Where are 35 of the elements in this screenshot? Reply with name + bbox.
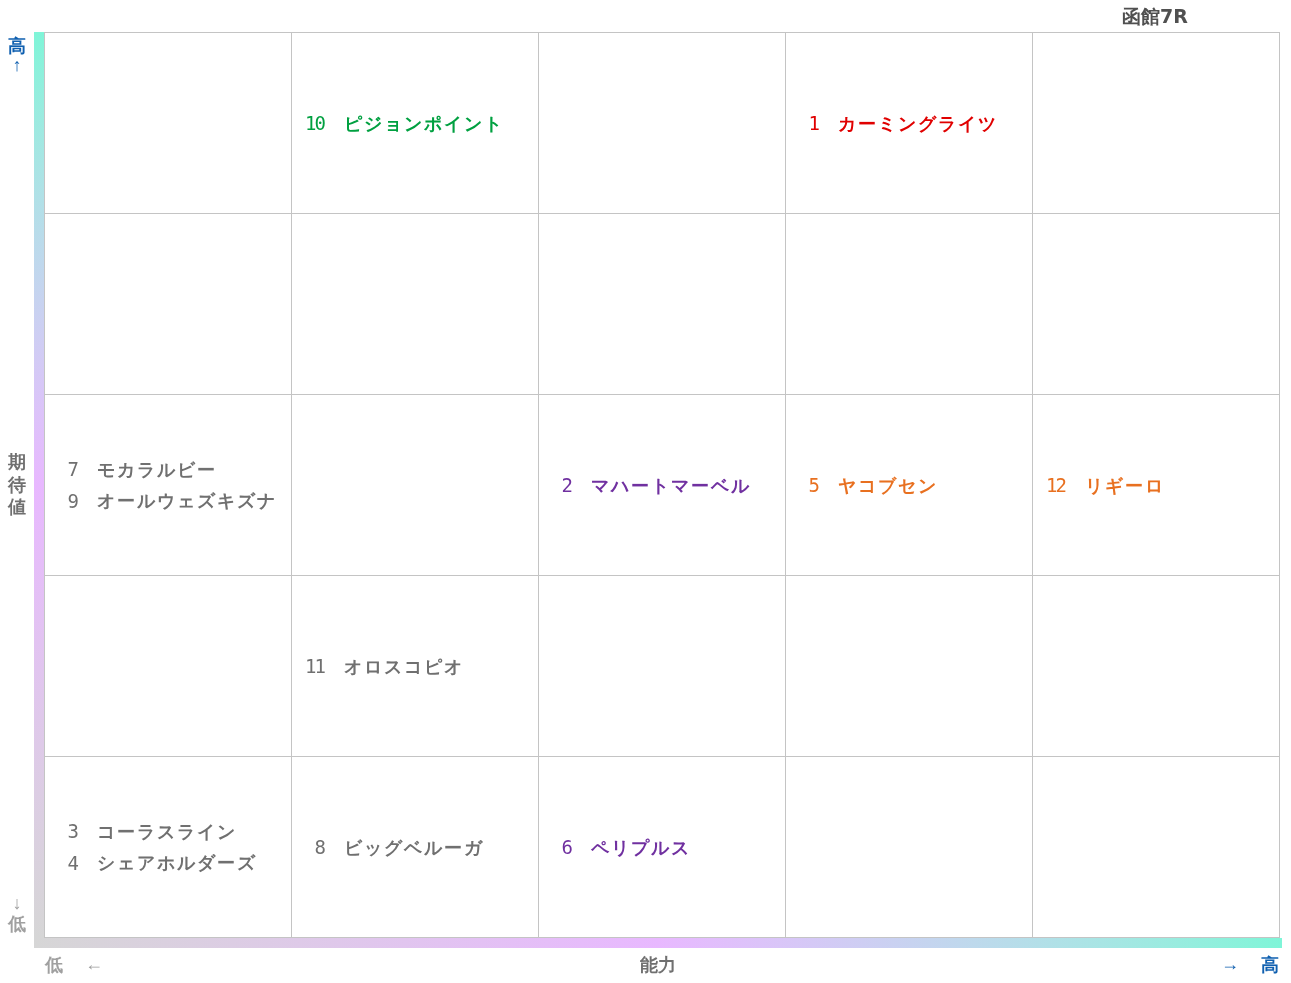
horse-name: モカラルビー [97, 457, 217, 482]
horse-name: ヤコブセン [838, 473, 938, 498]
axis-title: 能力 [640, 952, 676, 977]
chart-title: 函館7R [1122, 3, 1188, 29]
horse-number: 5 [807, 472, 818, 498]
horse-name: ペリプルス [591, 835, 691, 860]
horse-number: 1 [807, 110, 818, 136]
horse-number: 10 [304, 110, 324, 136]
horse-name: コーラスライン [97, 819, 237, 844]
axis-label: 高 [1261, 952, 1279, 977]
horse-number: 9 [66, 488, 77, 514]
horse-number: 3 [66, 819, 77, 844]
axis-label: 低 [45, 952, 63, 977]
horse-name: マハートマーベル [591, 473, 751, 498]
horse-number: 6 [560, 834, 571, 860]
horse-name: リギーロ [1085, 473, 1165, 498]
horse-number: 2 [560, 472, 571, 498]
arrow-icon: ← [85, 950, 103, 978]
horse-name: オールウェズキズナ [97, 489, 277, 514]
horse-number: 4 [66, 850, 77, 876]
horse-name: オロスコピオ [344, 654, 464, 679]
arrow-icon: ↑ [12, 55, 22, 76]
arrow-icon: ↓ [12, 894, 22, 915]
horse-name: ビッグベルーガ [344, 835, 484, 860]
axis-label: 低 [8, 914, 26, 934]
horse-number: 7 [66, 457, 77, 482]
horse-name: ピジョンポイント [344, 111, 504, 136]
axis-label: 高 [8, 36, 26, 56]
horse-number: 12 [1045, 472, 1065, 498]
horse-name: シェアホルダーズ [97, 851, 257, 876]
horse-name: カーミングライツ [838, 111, 998, 136]
arrow-icon: → [1221, 950, 1239, 978]
horse-number: 8 [313, 834, 324, 860]
horse-number: 11 [304, 653, 324, 679]
axis-title: 期待値 [8, 451, 26, 519]
